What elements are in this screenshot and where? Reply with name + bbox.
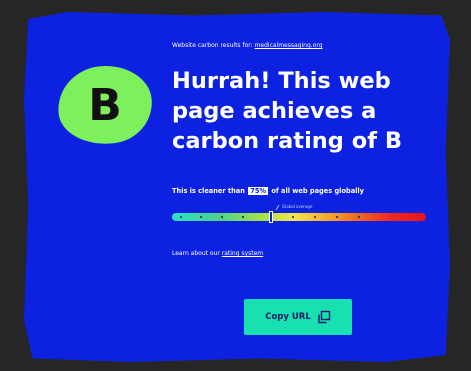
scale-dot: [200, 216, 202, 218]
results-prefix: Website carbon results for:: [172, 42, 253, 49]
site-link[interactable]: medicalmessaging.org: [255, 42, 323, 49]
cleaner-suffix: of all web pages globally: [271, 187, 364, 195]
headline: Hurrah! This web page achieves a carbon …: [172, 68, 402, 154]
rating-letter: B: [88, 79, 122, 131]
rating-scale-bar: [172, 213, 426, 221]
cleaner-percent: 75%: [248, 187, 269, 195]
rating-system-link[interactable]: rating system: [222, 250, 263, 257]
learn-line: Learn about our rating system: [172, 250, 263, 257]
scale-dot: [242, 216, 244, 218]
learn-prefix: Learn about our: [172, 250, 220, 257]
cleaner-prefix: This is cleaner than: [172, 187, 245, 195]
scale-dot: [221, 216, 223, 218]
copy-icon: [318, 310, 330, 324]
page: Website carbon results for: medicalmessa…: [0, 0, 471, 371]
scale-dot: [358, 216, 360, 218]
rating-marker: [269, 211, 274, 223]
scale-dot: [180, 216, 182, 218]
results-line: Website carbon results for: medicalmessa…: [172, 42, 323, 49]
copy-url-button[interactable]: Copy URL: [244, 299, 352, 335]
average-label: Global average: [282, 204, 313, 209]
scale-dot: [292, 216, 294, 218]
scale-dot: [336, 216, 338, 218]
copy-url-label: Copy URL: [265, 312, 311, 322]
cleaner-line: This is cleaner than 75% of all web page…: [172, 187, 364, 195]
scale-dot: [314, 216, 316, 218]
